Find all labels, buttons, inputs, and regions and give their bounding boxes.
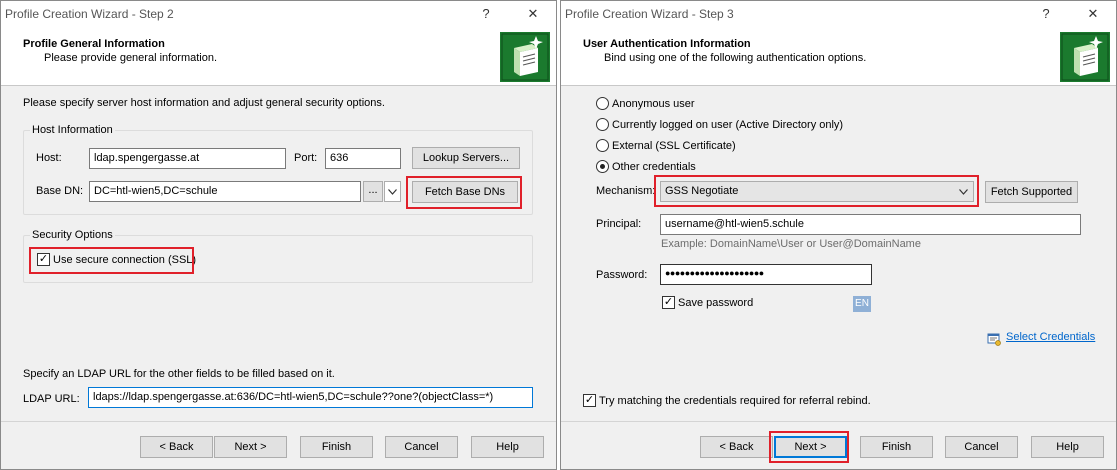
window-title: Profile Creation Wizard - Step 3	[565, 7, 734, 21]
window-title: Profile Creation Wizard - Step 2	[5, 7, 174, 21]
close-icon[interactable]: ✕	[518, 3, 548, 25]
wizard-body: Anonymous user Currently logged on user …	[561, 87, 1116, 469]
radio-current-user[interactable]	[596, 118, 609, 131]
back-button[interactable]: < Back	[140, 436, 213, 458]
ldap-url-input[interactable]: ldaps://ldap.spengergasse.at:636/DC=htl-…	[88, 387, 533, 408]
footer-divider	[561, 421, 1116, 422]
wizard-step3-window: Profile Creation Wizard - Step 3 ? ✕ Use…	[560, 0, 1117, 470]
highlight-box	[654, 175, 979, 207]
footer-divider	[1, 421, 556, 422]
save-password-checkbox[interactable]: ✓	[662, 296, 675, 309]
principal-input[interactable]: username@htl-wien5.schule	[660, 214, 1081, 235]
password-input[interactable]: ●●●●●●●●●●●●●●●●●●●●	[660, 264, 872, 285]
intro-text: Please specify server host information a…	[23, 97, 385, 109]
principal-hint: Example: DomainName\User or User@DomainN…	[661, 238, 921, 250]
help-icon[interactable]: ?	[471, 3, 501, 25]
finish-button[interactable]: Finish	[300, 436, 373, 458]
wizard-header: User Authentication Information Bind usi…	[561, 29, 1116, 86]
mechanism-label: Mechanism:	[596, 185, 656, 197]
wizard-step2-window: Profile Creation Wizard - Step 2 ? ✕ Pro…	[0, 0, 557, 470]
cancel-button[interactable]: Cancel	[385, 436, 458, 458]
select-credentials-link[interactable]: Select Credentials	[1006, 331, 1095, 343]
port-label: Port:	[294, 152, 318, 164]
highlight-box	[769, 431, 849, 463]
host-input[interactable]: ldap.spengergasse.at	[89, 148, 286, 169]
finish-button[interactable]: Finish	[860, 436, 933, 458]
lookup-servers-button[interactable]: Lookup Servers...	[412, 147, 520, 169]
highlight-box	[406, 176, 522, 209]
header-subtitle: Please provide general information.	[44, 52, 218, 64]
server-logo-icon	[1060, 32, 1110, 82]
radio-anonymous[interactable]	[596, 97, 609, 110]
wizard-body: Please specify server host information a…	[1, 87, 556, 469]
save-password-label: Save password	[678, 297, 754, 309]
port-input[interactable]: 636	[325, 148, 401, 169]
password-label: Password:	[596, 269, 648, 281]
header-title: User Authentication Information	[583, 38, 751, 50]
help-icon[interactable]: ?	[1031, 3, 1061, 25]
ldap-url-label: LDAP URL:	[23, 393, 80, 405]
title-bar: Profile Creation Wizard - Step 2 ? ✕	[1, 1, 556, 29]
wizard-header: Profile General Information Please provi…	[1, 29, 556, 86]
host-label: Host:	[36, 152, 62, 164]
radio-external[interactable]	[596, 139, 609, 152]
referral-label: Try matching the credentials required fo…	[599, 395, 871, 407]
chevron-down-icon	[388, 189, 397, 195]
back-button[interactable]: < Back	[700, 436, 773, 458]
browse-button[interactable]: ...	[363, 181, 383, 202]
cancel-button[interactable]: Cancel	[945, 436, 1018, 458]
host-info-group-title: Host Information	[30, 124, 115, 136]
help-button[interactable]: Help	[471, 436, 544, 458]
security-options-group-title: Security Options	[30, 229, 115, 241]
ldap-url-intro: Specify an LDAP URL for the other fields…	[23, 368, 335, 380]
radio-label: Currently logged on user (Active Directo…	[612, 119, 844, 131]
principal-label: Principal:	[596, 218, 642, 230]
credentials-icon[interactable]	[987, 332, 1001, 346]
fetch-supported-button[interactable]: Fetch Supported	[985, 181, 1078, 203]
base-dn-label: Base DN:	[36, 185, 84, 197]
base-dn-input[interactable]: DC=htl-wien5,DC=schule	[89, 181, 361, 202]
highlight-box	[29, 247, 194, 274]
header-title: Profile General Information	[23, 38, 165, 50]
radio-label: Anonymous user	[612, 98, 695, 110]
language-badge: EN	[853, 296, 871, 312]
title-bar: Profile Creation Wizard - Step 3 ? ✕	[561, 1, 1116, 29]
close-icon[interactable]: ✕	[1078, 3, 1108, 25]
radio-label: External (SSL Certificate)	[612, 140, 736, 152]
next-button[interactable]: Next >	[214, 436, 287, 458]
header-subtitle: Bind using one of the following authenti…	[604, 52, 867, 64]
help-button[interactable]: Help	[1031, 436, 1104, 458]
radio-other-credentials[interactable]	[596, 160, 609, 173]
referral-checkbox[interactable]: ✓	[583, 394, 596, 407]
server-logo-icon	[500, 32, 550, 82]
base-dn-dropdown[interactable]	[384, 181, 401, 202]
radio-label: Other credentials	[612, 161, 696, 173]
